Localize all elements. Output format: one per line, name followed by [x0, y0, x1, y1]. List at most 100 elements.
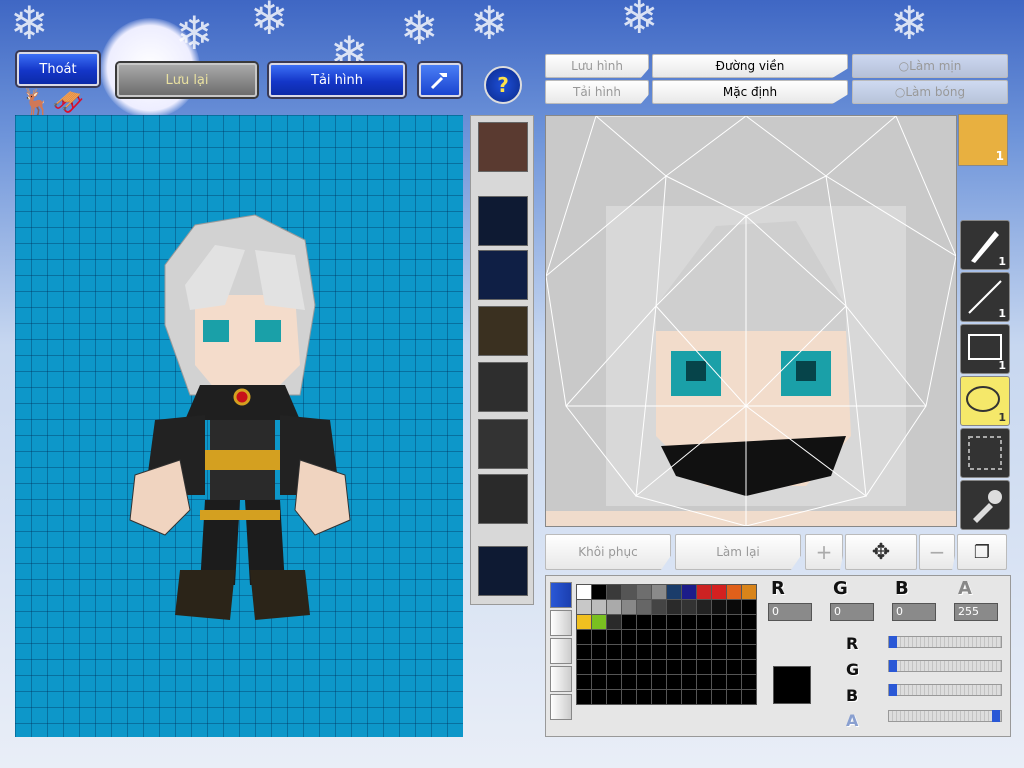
smooth-button[interactable]: ○ Làm mịn	[852, 54, 1008, 78]
outline-tab[interactable]: Đường viền	[652, 54, 848, 78]
palette-swatch[interactable]	[726, 659, 742, 675]
palette-swatch[interactable]	[726, 689, 742, 705]
thumbnail-empty[interactable]	[478, 196, 528, 246]
move-button[interactable]: ✥	[845, 534, 917, 570]
palette-swatch[interactable]	[741, 629, 757, 645]
palette-swatch[interactable]	[651, 584, 667, 600]
alpha-value-input[interactable]: 255	[954, 603, 998, 621]
palette-tab-4[interactable]	[550, 666, 572, 692]
slider-knob[interactable]	[889, 684, 897, 696]
palette-swatch[interactable]	[696, 629, 712, 645]
palette-swatch[interactable]	[636, 659, 652, 675]
thumbnail-hair[interactable]	[478, 250, 528, 300]
default-tab[interactable]: Mặc định	[652, 80, 848, 104]
palette-swatch[interactable]	[636, 584, 652, 600]
palette-swatch[interactable]	[606, 614, 622, 630]
palette-swatch[interactable]	[606, 629, 622, 645]
palette-swatch[interactable]	[651, 614, 667, 630]
palette-swatch[interactable]	[681, 584, 697, 600]
palette-swatch[interactable]	[591, 644, 607, 660]
palette-swatch[interactable]	[576, 614, 592, 630]
eyedropper-tool-button[interactable]	[960, 480, 1010, 530]
palette-swatch[interactable]	[651, 629, 667, 645]
palette-swatch[interactable]	[741, 599, 757, 615]
palette-swatch[interactable]	[591, 584, 607, 600]
palette-swatch[interactable]	[591, 614, 607, 630]
palette-swatch[interactable]	[666, 629, 682, 645]
palette-swatch[interactable]	[711, 629, 727, 645]
thumbnail-torso[interactable]	[478, 306, 528, 356]
thumbnail-boots[interactable]	[478, 474, 528, 524]
restore-button[interactable]: Khôi phục	[545, 534, 671, 570]
green-slider[interactable]	[888, 660, 1002, 672]
palette-swatch[interactable]	[621, 659, 637, 675]
palette-swatch[interactable]	[606, 644, 622, 660]
palette-swatch[interactable]	[621, 599, 637, 615]
palette-swatch[interactable]	[741, 584, 757, 600]
avatar-slot[interactable]: 1	[958, 114, 1008, 166]
palette-swatch[interactable]	[726, 674, 742, 690]
palette-swatch[interactable]	[576, 644, 592, 660]
palette-swatch[interactable]	[606, 584, 622, 600]
save-button[interactable]: Lưu lại	[117, 63, 257, 97]
palette-swatch[interactable]	[666, 599, 682, 615]
palette-swatch[interactable]	[681, 659, 697, 675]
palette-swatch[interactable]	[711, 584, 727, 600]
palette-swatch[interactable]	[651, 659, 667, 675]
ellipse-tool-button[interactable]: 1	[960, 376, 1010, 426]
palette-swatch[interactable]	[636, 674, 652, 690]
palette-swatch[interactable]	[726, 614, 742, 630]
zoom-in-button[interactable]: +	[805, 534, 843, 570]
slider-knob[interactable]	[992, 710, 1000, 722]
pen-tool-button[interactable]: 1	[960, 220, 1010, 270]
shade-button[interactable]: ○ Làm bóng	[852, 80, 1008, 104]
palette-swatch[interactable]	[666, 689, 682, 705]
palette-swatch[interactable]	[741, 674, 757, 690]
palette-swatch[interactable]	[741, 659, 757, 675]
palette-swatch[interactable]	[576, 674, 592, 690]
red-value-input[interactable]: 0	[768, 603, 812, 621]
palette-swatch[interactable]	[666, 614, 682, 630]
thumbnail-legs[interactable]	[478, 419, 528, 469]
slider-knob[interactable]	[889, 636, 897, 648]
palette-swatch[interactable]	[576, 584, 592, 600]
palette-swatch[interactable]	[726, 599, 742, 615]
palette-swatch[interactable]	[636, 689, 652, 705]
load-image-tab[interactable]: Tải hình	[545, 80, 649, 104]
rectangle-tool-button[interactable]: 1	[960, 324, 1010, 374]
blue-value-input[interactable]: 0	[892, 603, 936, 621]
palette-swatch[interactable]	[711, 674, 727, 690]
palette-swatch[interactable]	[681, 599, 697, 615]
palette-swatch[interactable]	[621, 629, 637, 645]
palette-swatch[interactable]	[711, 599, 727, 615]
palette-swatch[interactable]	[696, 614, 712, 630]
palette-swatch[interactable]	[621, 614, 637, 630]
palette-swatch[interactable]	[636, 599, 652, 615]
palette-swatch[interactable]	[696, 599, 712, 615]
help-icon[interactable]: ?	[484, 66, 522, 104]
palette-swatch[interactable]	[591, 599, 607, 615]
palette-tab-2[interactable]	[550, 610, 572, 636]
layer-button[interactable]: ❐	[957, 534, 1007, 570]
palette-swatch[interactable]	[636, 644, 652, 660]
green-value-input[interactable]: 0	[830, 603, 874, 621]
palette-swatch[interactable]	[606, 599, 622, 615]
palette-swatch[interactable]	[696, 584, 712, 600]
reload-image-button[interactable]: Tải hình	[269, 63, 405, 97]
palette-swatch[interactable]	[711, 644, 727, 660]
alpha-slider[interactable]	[888, 710, 1002, 722]
save-image-tab[interactable]: Lưu hình	[545, 54, 649, 78]
character-preview[interactable]	[15, 115, 463, 737]
palette-swatch[interactable]	[606, 659, 622, 675]
palette-swatch[interactable]	[576, 599, 592, 615]
blue-slider[interactable]	[888, 684, 1002, 696]
palette-swatch[interactable]	[666, 644, 682, 660]
palette-tab-1[interactable]	[550, 582, 572, 608]
palette-swatch[interactable]	[621, 674, 637, 690]
palette-tab-5[interactable]	[550, 694, 572, 720]
hammer-button[interactable]	[419, 63, 461, 97]
palette-swatch[interactable]	[741, 614, 757, 630]
palette-swatch[interactable]	[636, 629, 652, 645]
palette-swatch[interactable]	[681, 674, 697, 690]
palette-swatch[interactable]	[666, 674, 682, 690]
